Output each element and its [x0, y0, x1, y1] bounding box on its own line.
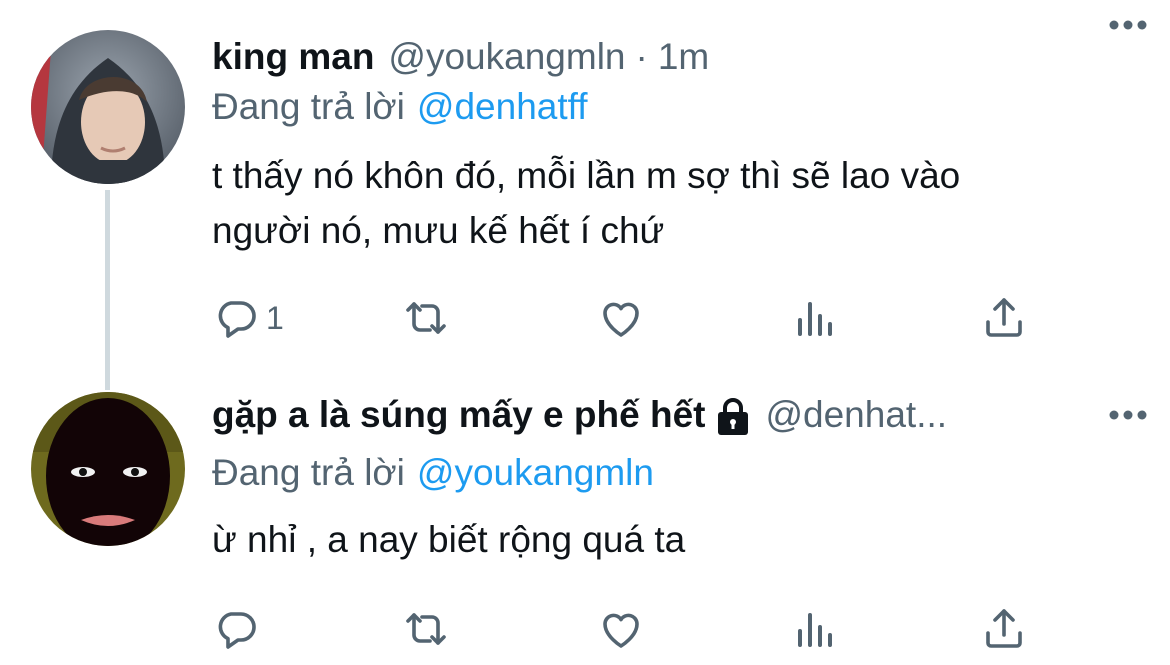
separator-dot: · [635, 36, 648, 77]
share-button[interactable] [980, 293, 1028, 343]
lock-icon [718, 398, 749, 435]
reply-button[interactable]: 1 [212, 293, 284, 343]
mention-link[interactable]: @denhatff [417, 86, 588, 127]
replying-to: Đang trả lời @denhatff [212, 82, 588, 132]
tweet-text-line: người nó, mưu kế hết í chứ [212, 210, 665, 251]
share-button[interactable] [980, 604, 1028, 654]
replying-label: Đang trả lời [212, 452, 405, 493]
share-icon [986, 298, 1022, 337]
tweet-header: gặp a là súng mấy e phế hết @denhat... [212, 390, 1146, 440]
stats-button[interactable] [790, 293, 838, 343]
tweet[interactable]: king man @youkangmln · 1m Đang trả lời @d… [0, 0, 1170, 390]
tweet-text: t thấy nó khôn đó, mỗi lần m sợ thì sẽ l… [212, 148, 1132, 258]
avatar[interactable] [31, 392, 185, 546]
like-icon [603, 613, 639, 648]
stats-icon [798, 302, 832, 336]
tweet-text-line: t thấy nó khôn đó, mỗi lần m sợ thì sẽ l… [212, 155, 961, 196]
replying-to: Đang trả lời @youkangmln [212, 448, 654, 498]
share-icon [986, 609, 1022, 648]
more-icon[interactable] [1108, 18, 1148, 32]
stats-button[interactable] [790, 604, 838, 654]
username[interactable]: @youkangmln [388, 32, 625, 82]
timestamp[interactable]: 1m [658, 32, 709, 82]
thread-line [105, 190, 110, 390]
tweet-text: ừ nhỉ , a nay biết rộng quá ta [212, 512, 1132, 567]
stats-icon [798, 613, 832, 647]
reply-icon [218, 612, 256, 649]
retweet-button[interactable] [402, 293, 450, 343]
reply-button[interactable] [212, 604, 266, 654]
retweet-icon [406, 302, 446, 334]
like-button[interactable] [597, 293, 645, 343]
tweet[interactable]: gặp a là súng mấy e phế hết @denhat... Đ… [0, 390, 1170, 665]
more-icon[interactable] [1108, 408, 1148, 422]
tweet-text-line: ừ nhỉ , a nay biết rộng quá ta [212, 519, 686, 560]
reply-count: 1 [266, 299, 284, 336]
tweet-header: king man @youkangmln · 1m [212, 32, 1146, 82]
like-button[interactable] [597, 604, 645, 654]
username[interactable]: @denhat... [765, 390, 947, 440]
like-icon [603, 302, 639, 337]
display-name[interactable]: gặp a là súng mấy e phế hết [212, 390, 705, 440]
action-bar [212, 604, 1170, 654]
mention-link[interactable]: @youkangmln [417, 452, 654, 493]
retweet-icon [406, 613, 446, 645]
retweet-button[interactable] [402, 604, 450, 654]
action-bar: 1 [212, 293, 1170, 343]
avatar[interactable] [31, 30, 185, 184]
display-name[interactable]: king man [212, 32, 374, 82]
reply-icon [218, 301, 256, 338]
replying-label: Đang trả lời [212, 86, 405, 127]
